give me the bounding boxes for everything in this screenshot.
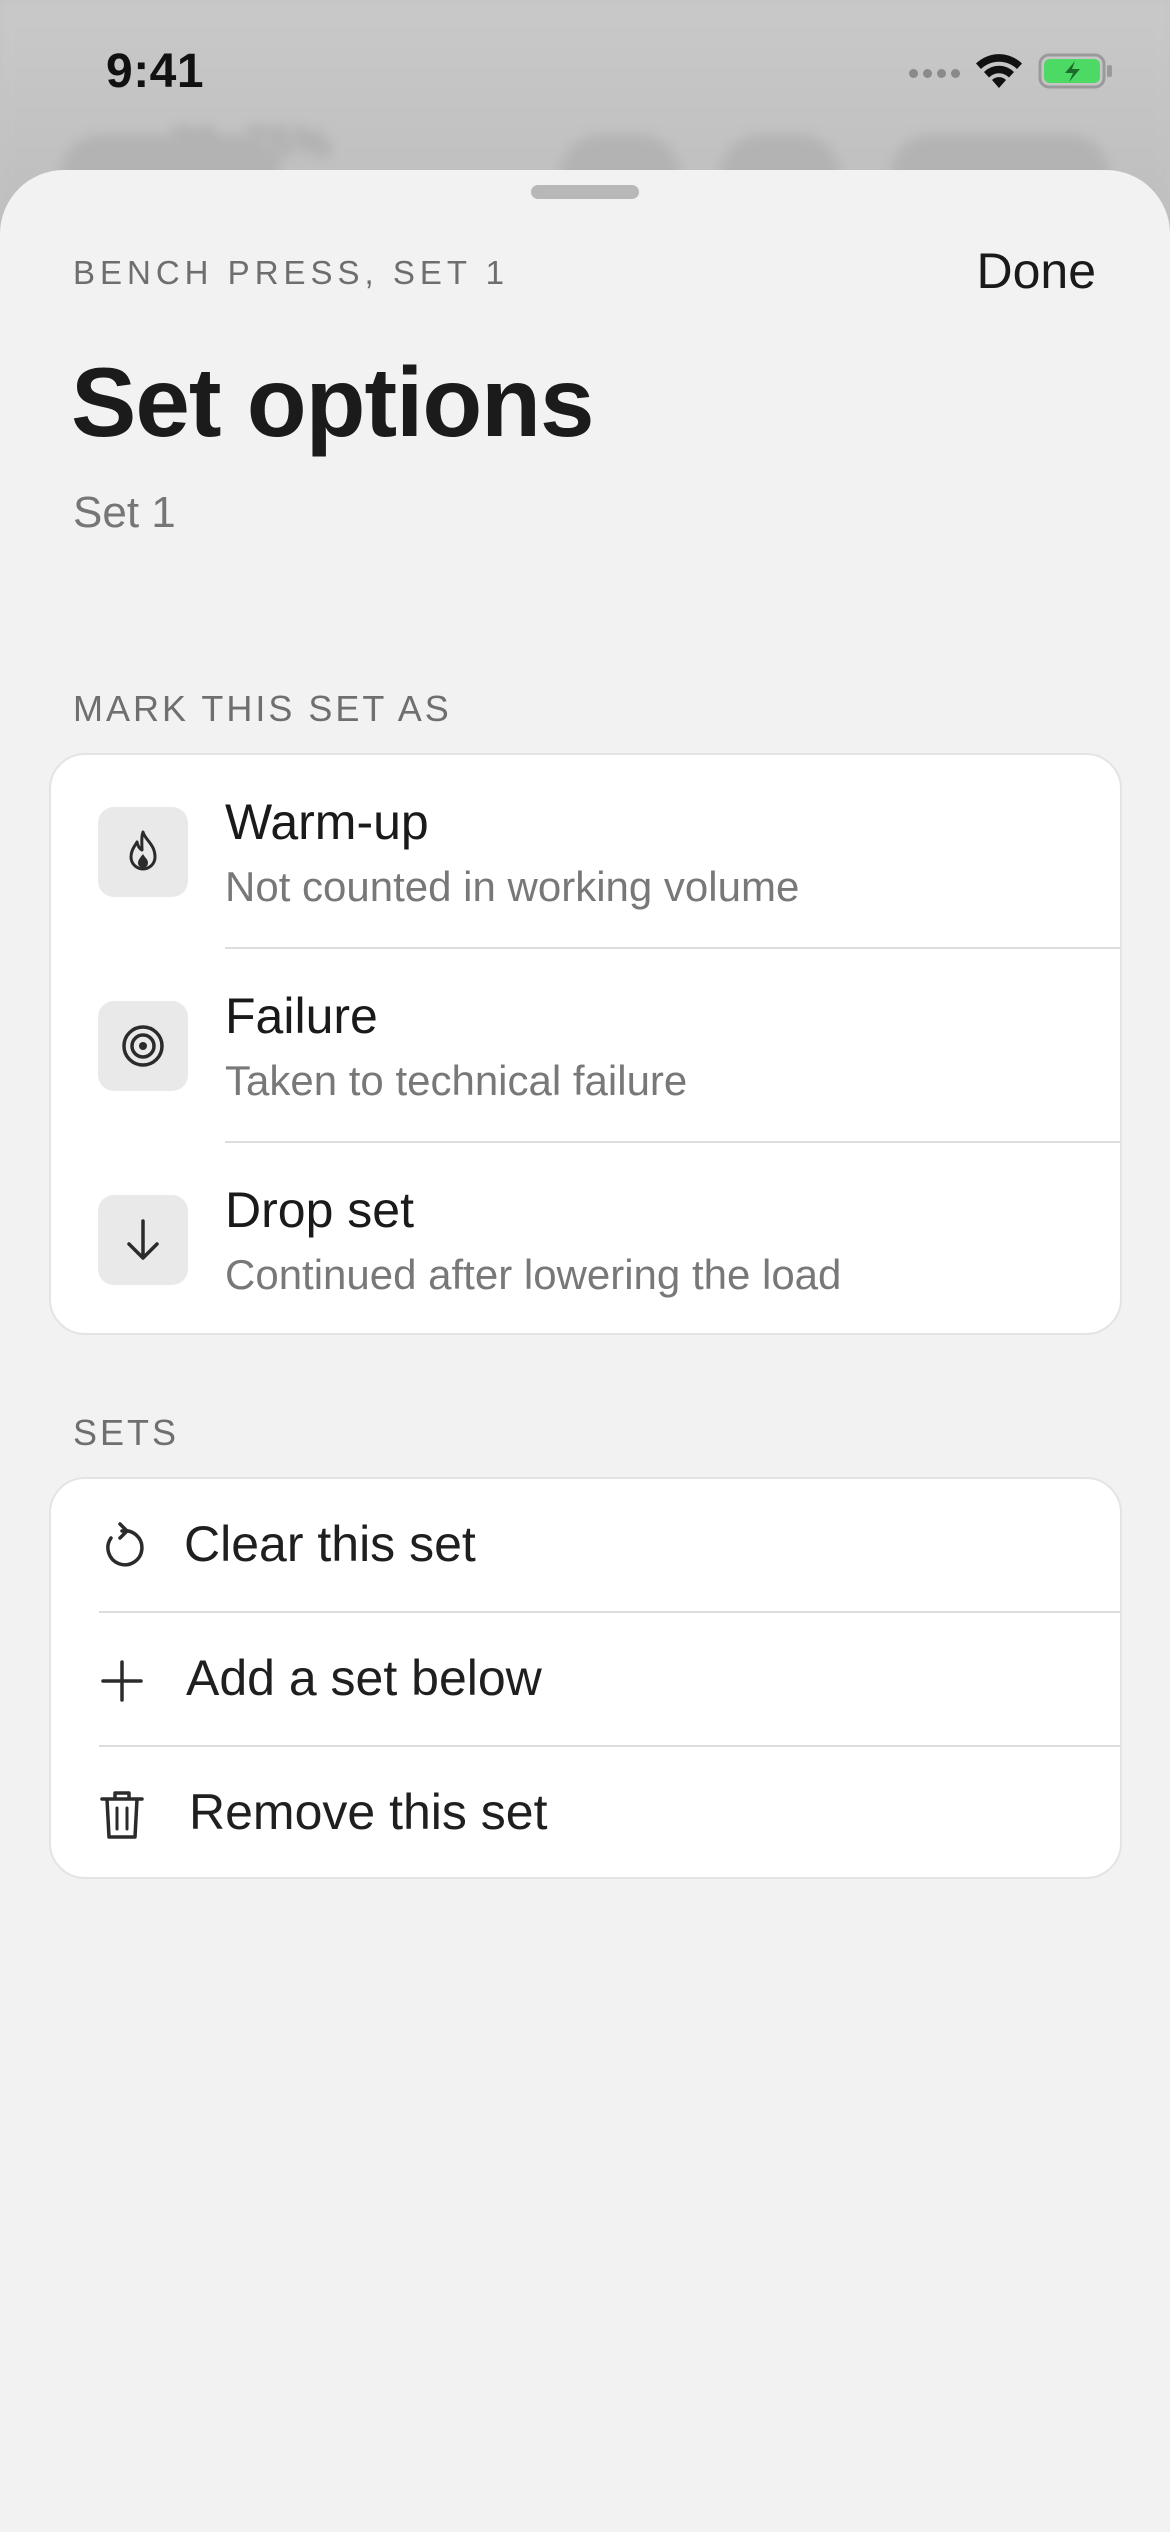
clear-set-button[interactable]: Clear this set [51, 1479, 1120, 1613]
mark-option-failure[interactable]: Failure Taken to technical failure [51, 949, 1120, 1143]
mark-options-card: Warm-up Not counted in working volume Fa… [49, 753, 1122, 1335]
trash-icon [95, 1788, 149, 1842]
add-set-below-label: Add a set below [186, 1650, 542, 1706]
page-subtitle: Set 1 [73, 488, 176, 537]
target-icon [98, 1001, 188, 1091]
clear-set-label: Clear this set [184, 1516, 476, 1572]
wifi-icon [974, 52, 1024, 95]
reset-icon [95, 1520, 149, 1574]
battery-charging-icon [1038, 52, 1114, 95]
status-icons [909, 50, 1114, 96]
cellular-signal-icon [909, 68, 960, 78]
page-title: Set options [71, 347, 595, 457]
mark-section-header: MARK THIS SET AS [73, 688, 452, 729]
done-button[interactable]: Done [976, 242, 1096, 300]
mark-option-title: Failure [225, 988, 378, 1044]
set-options-sheet: BENCH PRESS, SET 1 Done Set options Set … [0, 170, 1170, 2532]
screen: 70–75% 9:41 [0, 0, 1170, 2532]
remove-set-label: Remove this set [189, 1784, 548, 1840]
arrow-down-icon [98, 1195, 188, 1285]
remove-set-button[interactable]: Remove this set [51, 1747, 1120, 1877]
sets-section-header: SETS [73, 1412, 180, 1453]
status-bar: 9:41 [0, 0, 1170, 150]
plus-icon [95, 1654, 149, 1708]
mark-option-title: Drop set [225, 1182, 414, 1238]
add-set-below-button[interactable]: Add a set below [51, 1613, 1120, 1747]
sets-actions-card: Clear this set Add a set below Remove th… [49, 1477, 1122, 1879]
mark-option-warm-up[interactable]: Warm-up Not counted in working volume [51, 755, 1120, 949]
mark-option-title: Warm-up [225, 794, 429, 850]
flame-icon [98, 807, 188, 897]
status-time: 9:41 [106, 45, 205, 98]
mark-option-subtitle: Not counted in working volume [225, 863, 800, 910]
mark-option-drop-set[interactable]: Drop set Continued after lowering the lo… [51, 1143, 1120, 1333]
mark-option-subtitle: Taken to technical failure [225, 1057, 688, 1104]
mark-option-subtitle: Continued after lowering the load [225, 1251, 842, 1298]
sheet-grabber[interactable] [531, 185, 639, 199]
sheet-eyebrow: BENCH PRESS, SET 1 [73, 254, 510, 291]
